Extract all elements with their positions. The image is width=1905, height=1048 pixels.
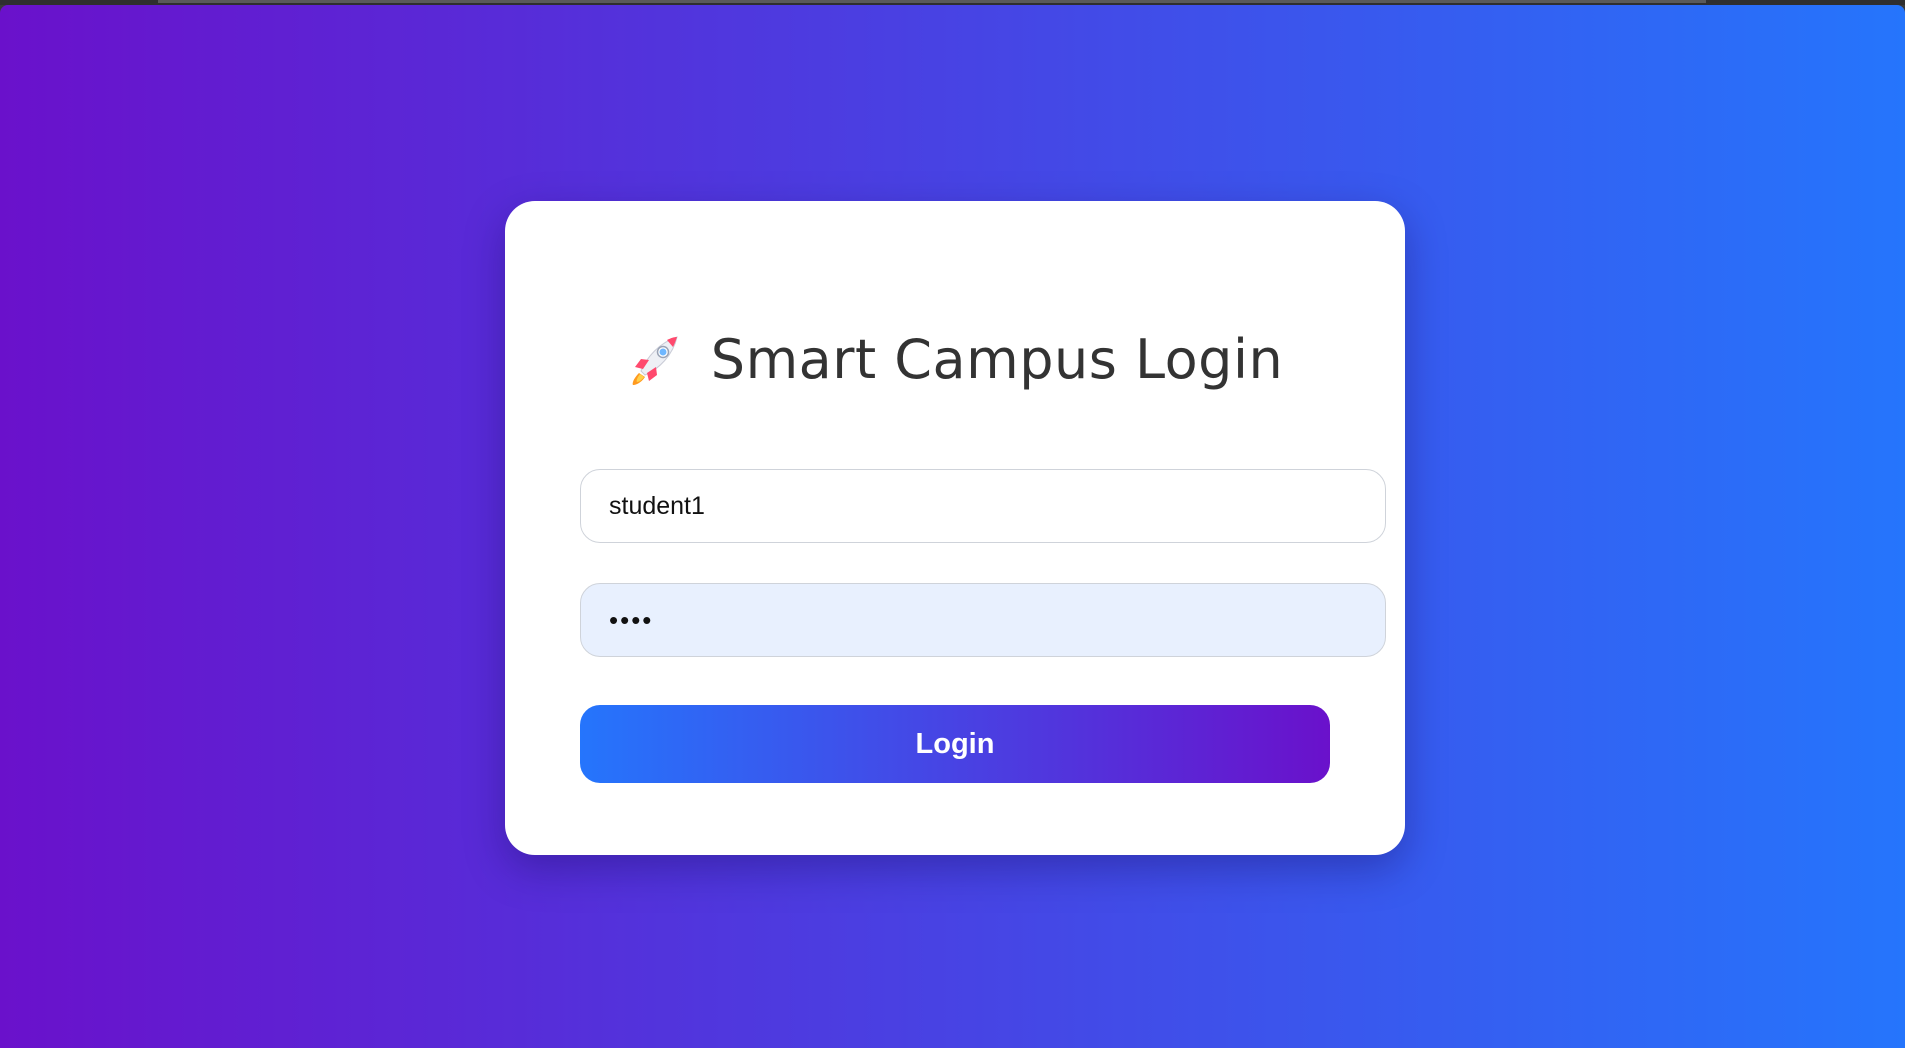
login-title-text: Smart Campus Login: [710, 327, 1284, 391]
browser-top-strip-inner: [158, 0, 1706, 3]
login-page: Smart Campus Login student1 •••• Login: [0, 5, 1905, 1048]
password-value: ••••: [609, 604, 654, 635]
login-title: Smart Campus Login: [505, 321, 1405, 397]
login-card: Smart Campus Login student1 •••• Login: [505, 201, 1405, 855]
username-value: student1: [609, 491, 705, 520]
rocket-icon: [627, 329, 687, 389]
login-button-label: Login: [915, 727, 995, 760]
login-button[interactable]: Login: [580, 705, 1330, 783]
password-input[interactable]: ••••: [580, 583, 1386, 657]
username-input[interactable]: student1: [580, 469, 1386, 543]
